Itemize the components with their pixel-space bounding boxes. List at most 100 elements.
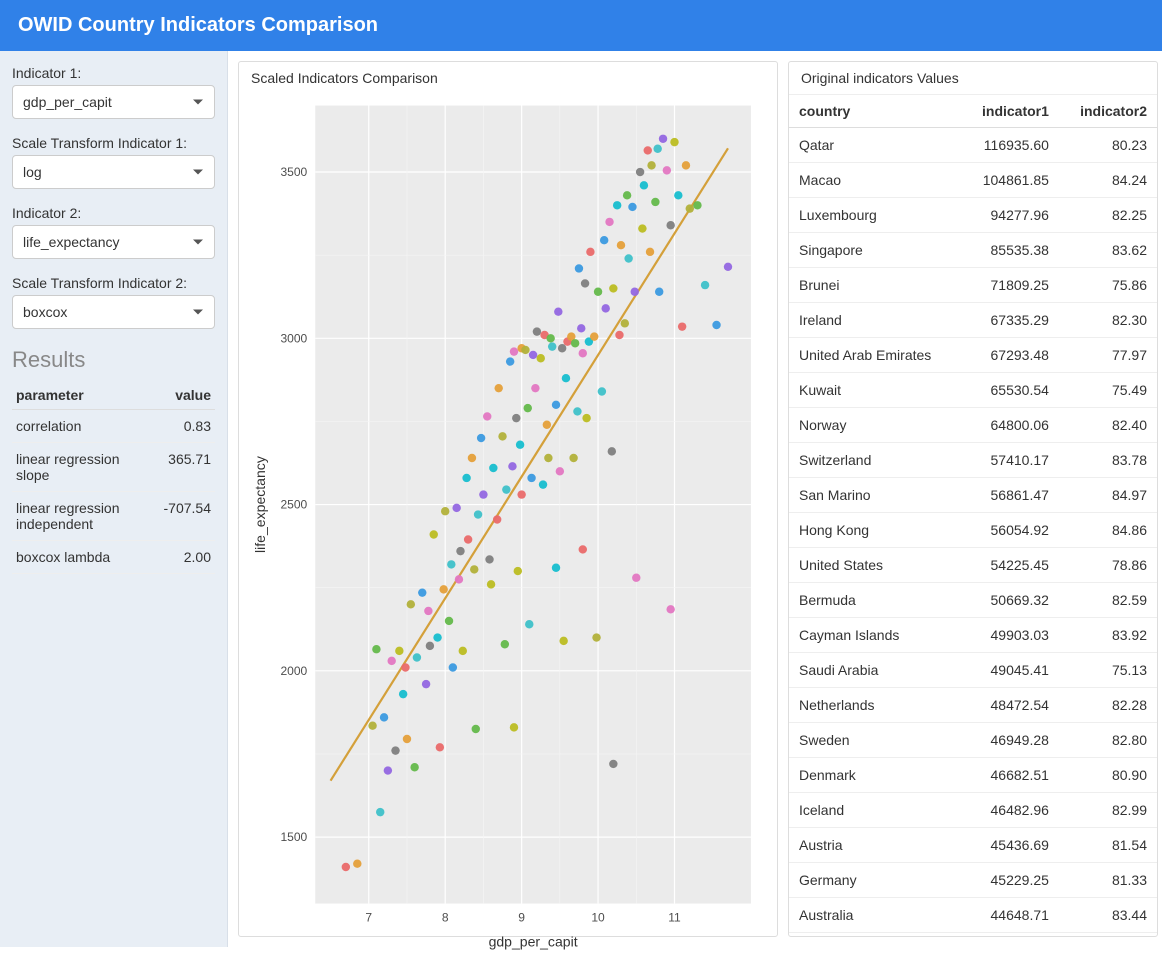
table-row: Qatar116935.6080.23	[789, 128, 1157, 163]
table-row: Bermuda50669.3282.59	[789, 583, 1157, 618]
results-row: linear regression slope365.71	[12, 443, 215, 492]
cell-indicator1: 56861.47	[961, 478, 1059, 513]
results-row: linear regression independent-707.54	[12, 492, 215, 541]
svg-text:1500: 1500	[280, 830, 307, 844]
results-col-parameter: parameter	[12, 381, 160, 410]
svg-text:3500: 3500	[280, 165, 307, 179]
results-table: parameter value correlation0.83linear re…	[12, 381, 215, 574]
cell-indicator2: 82.28	[1059, 688, 1157, 723]
cell-indicator2: 80.23	[1059, 128, 1157, 163]
scatter-plot: 789101115002000250030003500gdp_per_capit…	[247, 94, 769, 960]
cell-indicator2: 75.49	[1059, 373, 1157, 408]
cell-indicator1: 57410.17	[961, 443, 1059, 478]
cell-indicator1: 44017.59	[961, 933, 1059, 937]
cell-indicator2: 82.40	[1059, 408, 1157, 443]
table-row: Cayman Islands49903.0383.92	[789, 618, 1157, 653]
indicator1-select[interactable]: gdp_per_capit	[12, 85, 215, 119]
svg-text:8: 8	[442, 911, 449, 925]
table-row: Austria45436.6981.54	[789, 828, 1157, 863]
cell-country: United States	[789, 548, 961, 583]
svg-text:2000: 2000	[280, 664, 307, 678]
table-row: Iceland46482.9682.99	[789, 793, 1157, 828]
table-row: Luxembourg94277.9682.25	[789, 198, 1157, 233]
table-row: Sweden46949.2882.80	[789, 723, 1157, 758]
cell-indicator1: 56054.92	[961, 513, 1059, 548]
chart-panel: Scaled Indicators Comparison 78910111500…	[238, 61, 778, 937]
cell-indicator2: 81.54	[1059, 828, 1157, 863]
cell-country: Singapore	[789, 233, 961, 268]
results-heading: Results	[12, 347, 215, 373]
svg-text:2500: 2500	[280, 498, 307, 512]
cell-indicator2: 75.86	[1059, 268, 1157, 303]
results-cell-value: 2.00	[160, 541, 215, 574]
results-cell-param: correlation	[12, 410, 160, 443]
cell-country: Hong Kong	[789, 513, 961, 548]
cell-indicator1: 116935.60	[961, 128, 1059, 163]
cell-indicator1: 46682.51	[961, 758, 1059, 793]
cell-indicator1: 65530.54	[961, 373, 1059, 408]
table-row: Kuwait65530.5475.49	[789, 373, 1157, 408]
cell-country: San Marino	[789, 478, 961, 513]
chart-title: Scaled Indicators Comparison	[239, 62, 777, 94]
svg-text:3000: 3000	[280, 331, 307, 345]
table-row: Switzerland57410.1783.78	[789, 443, 1157, 478]
cell-indicator2: 83.92	[1059, 618, 1157, 653]
results-col-value: value	[160, 381, 215, 410]
indicator2-select[interactable]: life_expectancy	[12, 225, 215, 259]
transform1-select[interactable]: log	[12, 155, 215, 189]
table-row: Hong Kong56054.9284.86	[789, 513, 1157, 548]
cell-indicator1: 71809.25	[961, 268, 1059, 303]
cell-indicator1: 49045.41	[961, 653, 1059, 688]
table-row: United Arab Emirates67293.4877.97	[789, 338, 1157, 373]
cell-indicator1: 45436.69	[961, 828, 1059, 863]
cell-country: Qatar	[789, 128, 961, 163]
cell-indicator1: 46949.28	[961, 723, 1059, 758]
table-row: Singapore85535.3883.62	[789, 233, 1157, 268]
cell-indicator1: 94277.96	[961, 198, 1059, 233]
main-content: Scaled Indicators Comparison 78910111500…	[228, 51, 1162, 947]
transform1-select-wrap[interactable]: log	[12, 155, 215, 189]
table-row: Saudi Arabia49045.4175.13	[789, 653, 1157, 688]
results-cell-param: linear regression slope	[12, 443, 160, 492]
cell-country: Saudi Arabia	[789, 653, 961, 688]
svg-text:gdp_per_capit: gdp_per_capit	[489, 934, 578, 950]
cell-indicator2: 77.97	[1059, 338, 1157, 373]
data-col-indicator2: indicator2	[1059, 95, 1157, 128]
cell-country: Cayman Islands	[789, 618, 961, 653]
transform2-label: Scale Transform Indicator 2:	[12, 275, 215, 291]
cell-indicator2: 84.86	[1059, 513, 1157, 548]
results-cell-value: 0.83	[160, 410, 215, 443]
transform2-select[interactable]: boxcox	[12, 295, 215, 329]
results-cell-param: boxcox lambda	[12, 541, 160, 574]
table-row: Germany45229.2581.33	[789, 863, 1157, 898]
svg-text:7: 7	[365, 911, 372, 925]
table-row: Norway64800.0682.40	[789, 408, 1157, 443]
data-table: country indicator1 indicator2 Qatar11693…	[789, 95, 1157, 936]
table-row: Brunei71809.2575.86	[789, 268, 1157, 303]
main-layout: Indicator 1: gdp_per_capit Scale Transfo…	[0, 51, 1162, 947]
cell-country: Netherlands	[789, 688, 961, 723]
indicator1-select-wrap[interactable]: gdp_per_capit	[12, 85, 215, 119]
cell-country: Denmark	[789, 758, 961, 793]
cell-indicator2: 84.24	[1059, 163, 1157, 198]
data-col-country: country	[789, 95, 961, 128]
data-scroll[interactable]: country indicator1 indicator2 Qatar11693…	[789, 94, 1157, 936]
cell-country: Ireland	[789, 303, 961, 338]
indicator2-select-wrap[interactable]: life_expectancy	[12, 225, 215, 259]
cell-country: Luxembourg	[789, 198, 961, 233]
cell-country: Austria	[789, 828, 961, 863]
cell-indicator2: 81.33	[1059, 863, 1157, 898]
table-row: Australia44648.7183.44	[789, 898, 1157, 933]
table-row: Denmark46682.5180.90	[789, 758, 1157, 793]
svg-text:11: 11	[668, 911, 681, 925]
cell-country: Kuwait	[789, 373, 961, 408]
results-cell-param: linear regression independent	[12, 492, 160, 541]
cell-country: Macao	[789, 163, 961, 198]
transform2-select-wrap[interactable]: boxcox	[12, 295, 215, 329]
data-panel-title: Original indicators Values	[789, 62, 1157, 94]
svg-text:life_expectancy: life_expectancy	[252, 456, 268, 553]
cell-indicator1: 45229.25	[961, 863, 1059, 898]
cell-indicator2: 82.80	[1059, 723, 1157, 758]
results-cell-value: -707.54	[160, 492, 215, 541]
indicator1-label: Indicator 1:	[12, 65, 215, 81]
